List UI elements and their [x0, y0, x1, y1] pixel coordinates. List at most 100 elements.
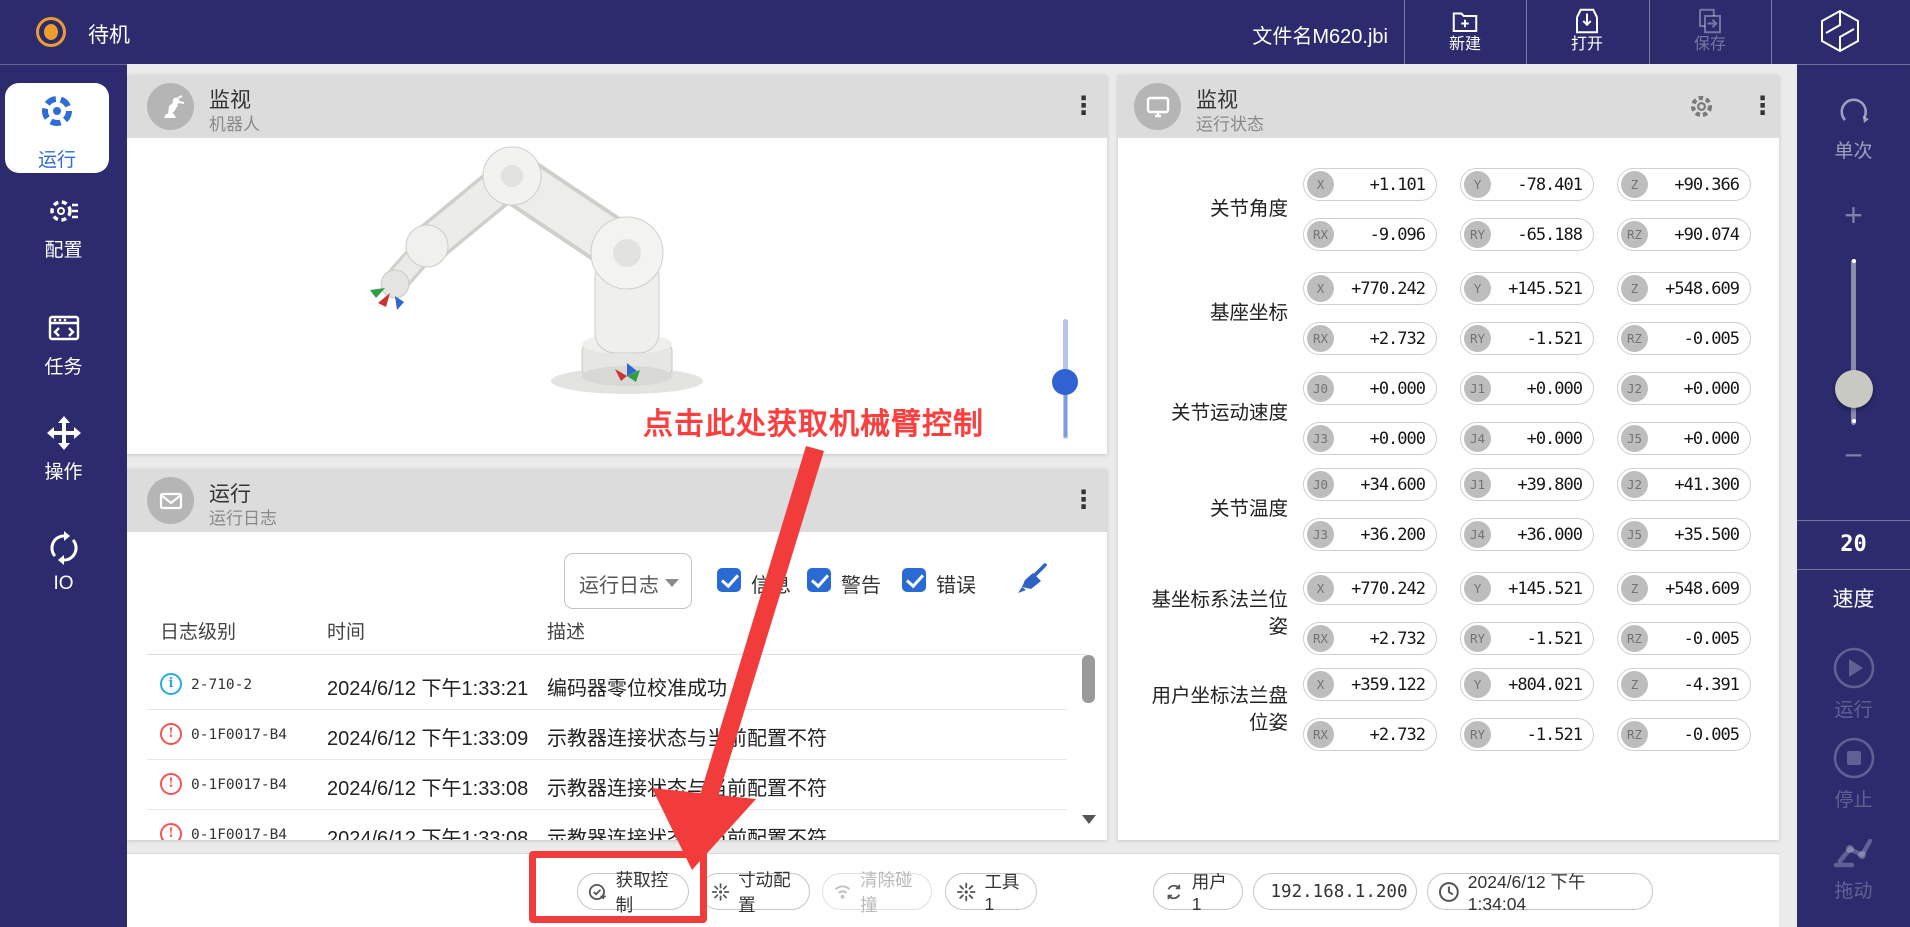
axis-value: -9.096 [1334, 225, 1436, 245]
axis-value: -0.005 [1648, 329, 1750, 349]
axis-value: -1.521 [1491, 329, 1593, 349]
app-logo-icon [1816, 8, 1864, 61]
sidebar-item-io[interactable]: IO [0, 529, 127, 595]
stop-program-button[interactable]: 停止 [1797, 736, 1910, 812]
value-pill: J5+35.500 [1617, 518, 1751, 551]
panel-subtitle: 运行日志 [209, 504, 277, 529]
user-frame-button[interactable]: 用户1 [1153, 873, 1243, 910]
value-pill: Z+90.366 [1617, 168, 1751, 201]
speed-slider-thumb[interactable] [1835, 370, 1873, 408]
monitor-icon [1134, 83, 1181, 130]
jog-config-button[interactable]: 寸动配置 [700, 873, 810, 910]
axis-badge: RZ [1621, 721, 1648, 748]
run-program-button[interactable]: 运行 [1797, 646, 1910, 722]
error-icon [160, 723, 182, 745]
value-pill: RZ-0.005 [1617, 718, 1751, 751]
value-pill: J1+39.800 [1460, 468, 1594, 501]
axis-badge: X [1307, 575, 1334, 602]
log-time: 2024/6/12 下午1:33:08 [327, 822, 528, 840]
right-sidebar: 单次 + − 20 速度 运行 停止 [1797, 64, 1910, 927]
value-pill: RY-1.521 [1460, 718, 1594, 751]
gear-icon[interactable] [1688, 93, 1715, 125]
axis-badge: RY [1464, 221, 1491, 248]
clear-collision-button[interactable]: 清除碰撞 [822, 873, 932, 910]
axis-badge: Z [1621, 171, 1648, 198]
group-label: 关节角度 [1136, 196, 1288, 222]
value-grid: X+1.101 Y-78.401 Z+90.366 RX-9.096 RY-65… [1303, 168, 1751, 251]
log-code: 0-1F0017-B4 [191, 727, 287, 743]
axis-value: -1.521 [1491, 629, 1593, 649]
slider-bottom-dot [1852, 419, 1856, 423]
status-group-base-flange-pose: 基坐标系法兰位姿 X+770.242 Y+145.521 Z+548.609 R… [1118, 572, 1779, 655]
value-pill: Z-4.391 [1617, 668, 1751, 701]
single-run-button[interactable]: 单次 [1797, 93, 1910, 163]
save-file-button[interactable]: 保存 [1662, 5, 1758, 61]
axis-badge: X [1307, 171, 1334, 198]
axis-value: +359.122 [1334, 675, 1436, 695]
open-file-button[interactable]: 打开 [1539, 5, 1635, 61]
log-row[interactable]: 0-1F0017-B4 2024/6/12 下午1:33:09 示教器连接状态与… [147, 710, 1067, 760]
log-type-dropdown-value: 运行日志 [579, 569, 659, 598]
axis-badge: RY [1464, 625, 1491, 652]
panel-header: 监视 运行状态 ⋮ [1118, 75, 1779, 138]
scrollbar-thumb[interactable] [1082, 655, 1095, 703]
value-pill: J0+0.000 [1303, 372, 1437, 405]
axis-value: +145.521 [1491, 279, 1593, 299]
datetime-button[interactable]: 2024/6/12 下午1:34:04 [1427, 873, 1653, 910]
axis-value: +36.200 [1334, 525, 1436, 545]
axis-badge: Y [1464, 171, 1491, 198]
log-desc: 示教器连接状态与当前配置不符 [547, 772, 827, 801]
speed-minus-button[interactable]: − [1797, 437, 1910, 474]
axis-badge: RZ [1621, 325, 1648, 352]
filter-checkbox-error[interactable] [902, 568, 926, 592]
value-pill: Y+145.521 [1460, 272, 1594, 305]
column-header-time: 时间 [327, 617, 365, 644]
axis-badge: J5 [1621, 425, 1648, 452]
kebab-menu-icon[interactable]: ⋮ [1750, 92, 1775, 120]
kebab-menu-icon[interactable]: ⋮ [1071, 486, 1096, 514]
tool-button[interactable]: 工具1 [945, 873, 1037, 910]
log-row[interactable]: 0-1F0017-B4 2024/6/12 下午1:33:08 示教器连接状态与… [147, 810, 1067, 840]
value-grid: J0+0.000 J1+0.000 J2+0.000 J3+0.000 J4+0… [1303, 372, 1751, 455]
new-file-icon [1450, 6, 1480, 36]
axis-value: +39.800 [1491, 475, 1593, 495]
robot-arm-icon [147, 83, 194, 130]
axis-value: +145.521 [1491, 579, 1593, 599]
column-header-level: 日志级别 [160, 617, 236, 644]
stop-label: 停止 [1797, 785, 1910, 812]
axis-badge: J2 [1621, 375, 1648, 402]
acquire-control-button[interactable]: 获取控制 [577, 873, 689, 910]
kebab-menu-icon[interactable]: ⋮ [1071, 92, 1096, 120]
new-file-button[interactable]: 新建 [1417, 5, 1513, 61]
broom-icon [1012, 559, 1050, 597]
sidebar-item-run[interactable]: 运行 [5, 83, 109, 173]
scroll-down-icon[interactable] [1082, 815, 1096, 824]
log-row[interactable]: 0-1F0017-B4 2024/6/12 下午1:33:08 示教器连接状态与… [147, 760, 1067, 810]
filter-checkbox-info[interactable] [717, 568, 741, 592]
save-file-icon [1695, 6, 1725, 36]
scrollbar[interactable] [1082, 655, 1095, 825]
ip-address-button[interactable]: 192.168.1.200 [1253, 873, 1417, 910]
axis-value: +548.609 [1648, 579, 1750, 599]
status-group-joint-angle: 关节角度 X+1.101 Y-78.401 Z+90.366 RX-9.096 … [1118, 168, 1779, 251]
value-pill: Y+804.021 [1460, 668, 1594, 701]
view-zoom-slider-thumb[interactable] [1052, 369, 1078, 395]
sidebar-item-task[interactable]: 任务 [0, 310, 127, 379]
filter-checkbox-warning[interactable] [807, 568, 831, 592]
value-pill: Z+548.609 [1617, 572, 1751, 605]
open-file-label: 打开 [1539, 36, 1635, 54]
axis-value: -4.391 [1648, 675, 1750, 695]
drag-mode-button[interactable]: 拖动 [1797, 827, 1910, 903]
clear-log-button[interactable] [1012, 559, 1050, 602]
speed-plus-button[interactable]: + [1797, 197, 1910, 234]
log-row[interactable]: 2-710-2 2024/6/12 下午1:33:21 编码器零位校准成功 [147, 660, 1067, 710]
sidebar-item-config[interactable]: 配置 [0, 193, 127, 262]
log-type-dropdown[interactable]: 运行日志 [564, 553, 692, 609]
tool-icon [956, 881, 976, 903]
group-label: 用户坐标法兰盘位姿 [1136, 683, 1288, 736]
new-file-label: 新建 [1417, 36, 1513, 54]
speed-value-box: 20 [1797, 520, 1910, 570]
task-window-icon [46, 310, 82, 346]
annotation-text: 点击此处获取机械臂控制 [643, 399, 984, 443]
sidebar-item-operate[interactable]: 操作 [0, 415, 127, 484]
